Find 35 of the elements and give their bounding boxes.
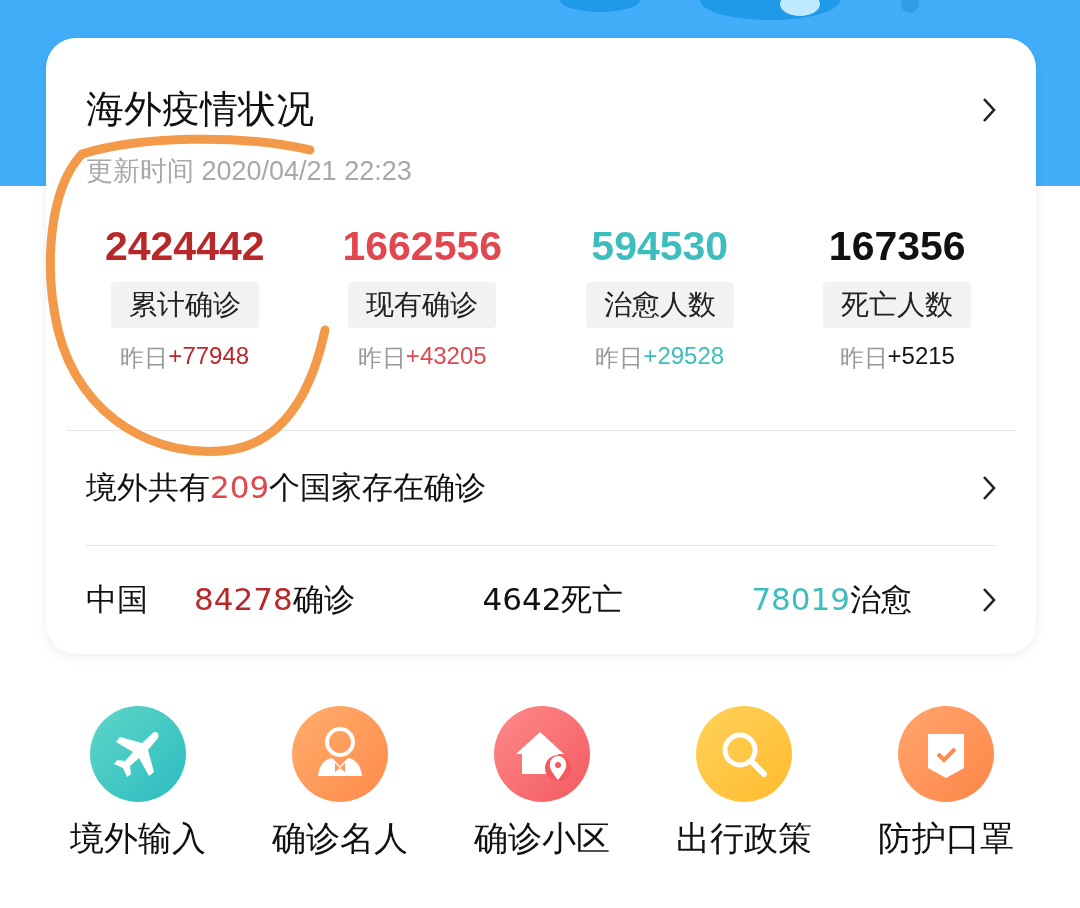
countries-summary: 境外共有209个国家存在确诊 <box>86 468 487 507</box>
yesterday-label: 昨日 <box>595 343 644 374</box>
country-figure: 84278确诊 <box>194 580 355 619</box>
delta-value: +29528 <box>643 342 725 371</box>
chevron-right-icon[interactable] <box>982 587 996 613</box>
yesterday-label: 昨日 <box>357 343 406 374</box>
shortcut-label[interactable]: 确诊名人 <box>272 816 408 862</box>
shield-check-icon[interactable] <box>898 706 994 802</box>
shortcut-label[interactable]: 防护口罩 <box>878 816 1014 862</box>
card-title: 海外疫情状况 <box>86 86 314 133</box>
update-time: 更新时间 2020/04/21 22:23 <box>86 155 413 188</box>
country-figure: 78019治愈 <box>751 580 912 619</box>
stat-label: 累计确诊 <box>110 282 259 328</box>
yesterday-label: 昨日 <box>839 343 888 374</box>
person-icon[interactable] <box>292 706 388 802</box>
shortcut-label[interactable]: 出行政策 <box>676 816 812 862</box>
country-figure: 4642死亡 <box>482 580 624 619</box>
chevron-right-icon[interactable] <box>982 475 996 501</box>
chevron-right-icon[interactable] <box>982 96 996 123</box>
shortcut-label[interactable]: 确诊小区 <box>474 816 610 862</box>
stat-value: 594530 <box>591 223 729 270</box>
delta-value: +43205 <box>405 342 487 371</box>
delta-value: +77948 <box>168 342 250 371</box>
yesterday-label: 昨日 <box>120 343 169 374</box>
delta-value: +5215 <box>887 342 955 371</box>
stat-label: 现有确诊 <box>348 282 497 328</box>
stat-value: 167356 <box>828 223 966 270</box>
stat-value: 2424442 <box>104 223 265 270</box>
stat-label: 死亡人数 <box>823 282 972 328</box>
shortcut-label[interactable]: 境外输入 <box>70 816 206 862</box>
stat-label: 治愈人数 <box>585 282 734 328</box>
house-pin-icon[interactable] <box>494 706 590 802</box>
stat-value: 1662556 <box>342 223 503 270</box>
plane-icon[interactable] <box>90 706 186 802</box>
country-name: 中国 <box>86 580 149 619</box>
